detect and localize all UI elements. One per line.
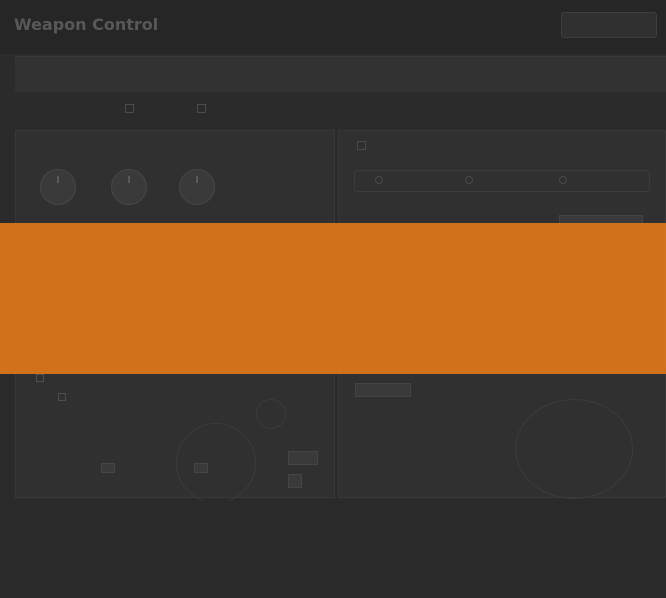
left-option-box[interactable] <box>58 393 66 401</box>
top-action-button[interactable] <box>561 12 657 38</box>
app-title: Weapon Control <box>14 15 159 34</box>
tab-2[interactable] <box>125 104 139 115</box>
right-radar-circle <box>515 399 633 499</box>
left-marker-b <box>194 463 208 473</box>
toolbar <box>15 56 666 92</box>
right-panel-header <box>357 141 372 152</box>
occluding-overlay-band <box>0 223 666 374</box>
mode-option-1[interactable] <box>375 176 387 186</box>
left-marker-a <box>101 463 115 473</box>
knob-3[interactable] <box>179 169 215 205</box>
left-checkbox[interactable] <box>36 374 44 382</box>
knob-2[interactable] <box>111 169 147 205</box>
left-toggle-bottom[interactable] <box>288 474 302 488</box>
right-panel-icon <box>357 141 366 150</box>
left-chip-bottom[interactable] <box>288 451 318 465</box>
app-window: Weapon Control <box>0 0 666 598</box>
mode-option-3[interactable] <box>559 176 571 186</box>
mode-option-1-radio <box>375 176 383 184</box>
left-radar-circle <box>176 423 256 503</box>
mode-option-2[interactable] <box>465 176 477 186</box>
left-option-row[interactable] <box>58 393 71 403</box>
top-bar: Weapon Control <box>0 0 666 54</box>
tab-bar <box>15 97 666 125</box>
tab-3[interactable] <box>197 104 211 115</box>
tab-3-icon <box>197 104 206 113</box>
mode-segmented-control <box>354 170 650 192</box>
tab-2-icon <box>125 104 134 113</box>
left-small-circle <box>256 399 286 429</box>
left-checkbox-row[interactable] <box>36 374 49 384</box>
right-field-2[interactable] <box>355 383 411 397</box>
mode-option-2-radio <box>465 176 473 184</box>
footer <box>0 500 666 598</box>
mode-option-3-radio <box>559 176 567 184</box>
knob-1[interactable] <box>40 169 76 205</box>
